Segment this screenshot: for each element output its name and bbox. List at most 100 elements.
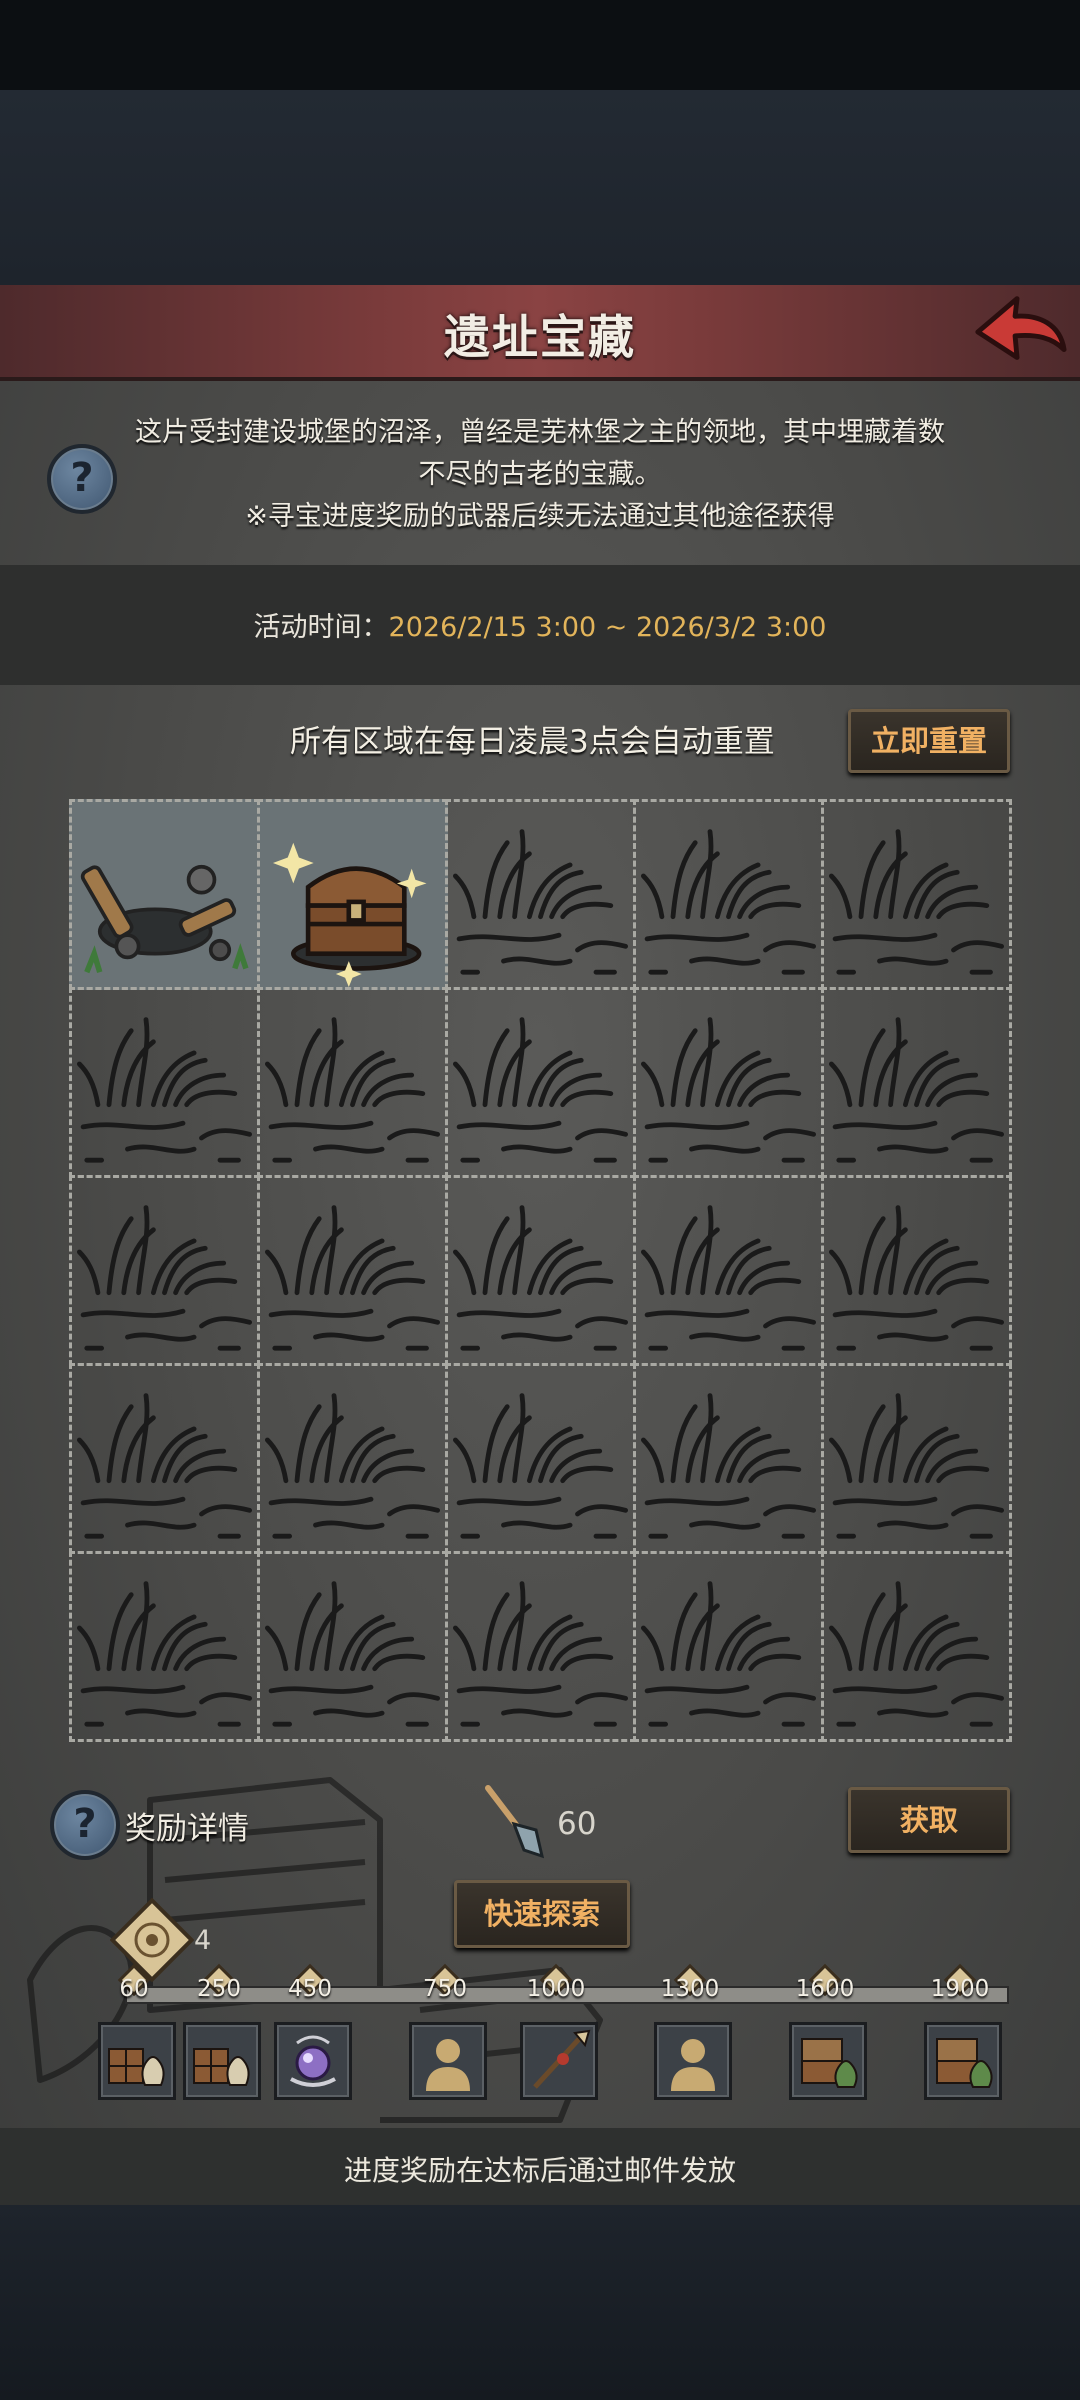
milestone-reward-item[interactable] xyxy=(98,2022,176,2100)
milestone-value: 250 xyxy=(197,1976,241,2002)
help-button[interactable]: ? xyxy=(47,444,117,514)
grid-cell-grass[interactable] xyxy=(68,1174,260,1366)
milestone-value: 60 xyxy=(119,1976,149,2002)
get-shovel-button[interactable]: 获取 xyxy=(848,1787,1010,1853)
grid-cell-grass[interactable] xyxy=(632,1362,824,1554)
grid-cell-grass[interactable] xyxy=(68,986,260,1178)
grid-cell-grass[interactable] xyxy=(632,1550,824,1742)
crates-and-bag-icon xyxy=(936,2038,993,2088)
grid-cell-grass[interactable] xyxy=(444,1174,636,1366)
grass-icon xyxy=(264,1392,440,1539)
back-button[interactable] xyxy=(970,290,1068,370)
grid-cell-grass[interactable] xyxy=(444,1362,636,1554)
dug-hole-icon xyxy=(80,864,249,973)
grid-cell-grass[interactable] xyxy=(68,1550,260,1742)
milestone-value: 1600 xyxy=(795,1976,855,2002)
grass-icon xyxy=(264,1580,440,1727)
grass-icon xyxy=(828,1392,1004,1539)
reset-now-button[interactable]: 立即重置 xyxy=(848,709,1010,773)
status-bar-area xyxy=(0,0,1080,90)
grass-icon xyxy=(452,1580,628,1727)
footer-text: 进度奖励在达标后通过邮件发放 xyxy=(343,2154,736,2187)
points-count: 4 xyxy=(194,1925,212,1956)
milestone-reward-item[interactable] xyxy=(654,2022,732,2100)
treasure-chest-icon xyxy=(272,842,426,987)
shovel-icon xyxy=(485,1785,545,1859)
grass-icon xyxy=(640,828,816,975)
footer-bar: 进度奖励在达标后通过邮件发放 xyxy=(0,2128,1080,2205)
grid-cell-grass[interactable] xyxy=(632,798,824,990)
grass-icon xyxy=(640,1392,816,1539)
grass-icon xyxy=(452,1016,628,1163)
grid-cell-grass[interactable] xyxy=(820,1174,1012,1366)
grid-cell-grass[interactable] xyxy=(820,1550,1012,1742)
grid-cell-grass[interactable] xyxy=(820,798,1012,990)
reward-details-label: 奖励详情 xyxy=(125,1811,249,1847)
grass-icon xyxy=(452,1204,628,1351)
grass-icon xyxy=(828,1580,1004,1727)
grass-icon xyxy=(264,1204,440,1351)
crates-and-bag-icon xyxy=(801,2038,858,2088)
milestone-value: 1900 xyxy=(930,1976,990,2002)
background-top xyxy=(0,90,1080,285)
milestone-value: 1000 xyxy=(526,1976,586,2002)
purple-orb-icon xyxy=(290,2035,336,2087)
grid-cell-dug[interactable] xyxy=(68,798,260,990)
description-line-2: 不尽的古老的宝藏。 xyxy=(418,459,662,490)
description-note: ※寻宝进度奖励的武器后续无法通过其他途径获得 xyxy=(245,501,835,532)
grid-cell-grass[interactable] xyxy=(256,1362,448,1554)
milestone-reward-item[interactable] xyxy=(409,2022,487,2100)
background-bottom xyxy=(0,2205,1080,2400)
reset-info: 所有区域在每日凌晨3点会自动重置 xyxy=(290,724,775,760)
grid-cell-grass[interactable] xyxy=(820,1362,1012,1554)
description: 这片受封建设城堡的沼泽，曾经是芜林堡之主的领地，其中埋藏着数 不尽的古老的宝藏。… xyxy=(120,412,960,538)
grid-cell-grass[interactable] xyxy=(632,1174,824,1366)
grass-icon xyxy=(828,1204,1004,1351)
description-line-1: 这片受封建设城堡的沼泽，曾经是芜林堡之主的领地，其中埋藏着数 xyxy=(135,417,945,448)
grid-cell-treasure[interactable] xyxy=(256,798,448,990)
milestone-reward-item[interactable] xyxy=(520,2022,598,2100)
character-silhouette-icon xyxy=(671,2039,715,2091)
grid-cell-grass[interactable] xyxy=(444,986,636,1178)
grid-cell-grass[interactable] xyxy=(820,986,1012,1178)
grass-icon xyxy=(640,1016,816,1163)
quick-explore-button[interactable]: 快速探索 xyxy=(454,1880,630,1948)
title-bar: 遗址宝藏 xyxy=(0,285,1080,381)
grid-cell-grass[interactable] xyxy=(256,1550,448,1742)
grid-cell-grass[interactable] xyxy=(444,1550,636,1742)
grid-cell-grass[interactable] xyxy=(444,798,636,990)
grass-icon xyxy=(828,1016,1004,1163)
grass-icon xyxy=(828,828,1004,975)
grid-cell-grass[interactable] xyxy=(256,986,448,1178)
character-silhouette-icon xyxy=(426,2039,470,2091)
milestone-reward-item[interactable] xyxy=(789,2022,867,2100)
treasure-grid xyxy=(68,798,1012,1742)
grid-cell-grass[interactable] xyxy=(632,986,824,1178)
grass-icon xyxy=(640,1204,816,1351)
event-time-label: 活动时间： xyxy=(253,612,389,643)
event-time-value: 2026/2/15 3:00 ~ 2026/3/2 3:00 xyxy=(388,612,827,643)
milestone-value: 450 xyxy=(288,1976,332,2002)
reward-help-button[interactable]: ? xyxy=(50,1790,120,1860)
grass-icon xyxy=(76,1392,252,1539)
event-time-bar: 活动时间：2026/2/15 3:00 ~ 2026/3/2 3:00 xyxy=(0,565,1080,685)
crate-and-bag-icon xyxy=(193,2048,250,2086)
grass-icon xyxy=(76,1580,252,1727)
shovel-count: 60 xyxy=(557,1806,597,1842)
milestone-reward-item[interactable] xyxy=(183,2022,261,2100)
question-icon: ? xyxy=(70,455,94,501)
milestone-reward-item[interactable] xyxy=(274,2022,352,2100)
grass-icon xyxy=(76,1016,252,1163)
grass-icon xyxy=(640,1580,816,1727)
milestone-reward-item[interactable] xyxy=(924,2022,1002,2100)
grass-icon xyxy=(264,1016,440,1163)
crate-and-bag-icon xyxy=(108,2048,165,2086)
milestone-value: 750 xyxy=(423,1976,467,2002)
grid-cell-grass[interactable] xyxy=(256,1174,448,1366)
page-title: 遗址宝藏 xyxy=(444,310,636,364)
grass-icon xyxy=(452,1392,628,1539)
back-arrow-icon xyxy=(975,296,1067,360)
spear-weapon-icon xyxy=(533,2029,591,2089)
question-icon: ? xyxy=(73,1801,97,1847)
grid-cell-grass[interactable] xyxy=(68,1362,260,1554)
